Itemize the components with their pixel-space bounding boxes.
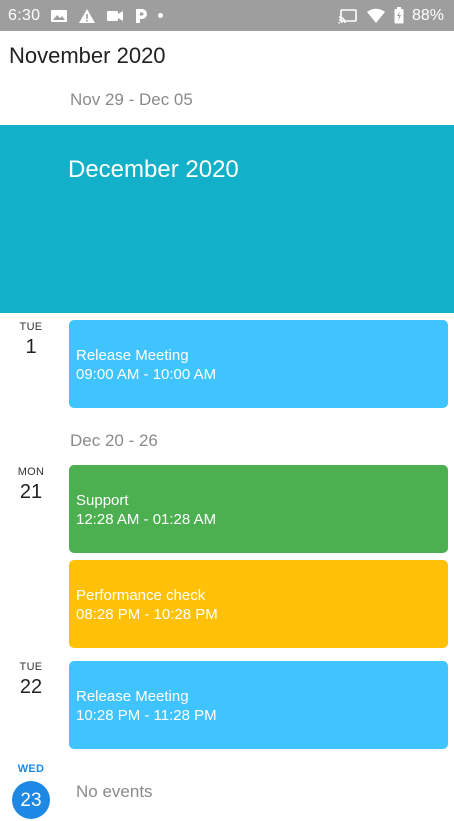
month-banner: December 2020: [0, 125, 454, 313]
event-card[interactable]: Performance check 08:28 PM - 10:28 PM: [69, 560, 448, 648]
week-label: Nov 29 - Dec 05: [70, 90, 193, 109]
event-name: Release Meeting: [76, 688, 189, 705]
day-header-today: WED 23: [0, 763, 62, 819]
cast-icon: [338, 8, 358, 24]
day-header: MON 21: [0, 466, 62, 504]
day-of-week: WED: [17, 763, 45, 775]
event-time: 09:00 AM - 10:00 AM: [76, 366, 217, 383]
event-card[interactable]: Release Meeting 10:28 PM - 11:28 PM: [69, 661, 448, 749]
event-time: 10:28 PM - 11:28 PM: [76, 707, 217, 724]
battery-percent: 88%: [411, 6, 444, 24]
day-number: 1: [25, 336, 37, 358]
dot-icon: [158, 13, 164, 18]
day-of-week: MON: [17, 466, 45, 478]
image-icon: [50, 9, 68, 23]
event-card[interactable]: Support 12:28 AM - 01:28 AM: [69, 465, 448, 553]
event-name: Performance check: [76, 587, 206, 604]
page-title: November 2020: [9, 43, 166, 68]
day-of-week: TUE: [19, 661, 43, 673]
day-header: TUE 1: [0, 321, 62, 359]
warning-icon: [78, 8, 96, 24]
battery-icon: [394, 7, 404, 24]
event-time: 12:28 AM - 01:28 AM: [76, 511, 217, 528]
week-label: Dec 20 - 26: [70, 431, 158, 450]
day-number: 22: [19, 676, 43, 698]
today-indicator: 23: [12, 781, 50, 819]
month-banner-label: December 2020: [68, 156, 239, 183]
day-of-week: TUE: [19, 321, 43, 333]
event-time: 08:28 PM - 10:28 PM: [76, 606, 218, 623]
day-header: TUE 22: [0, 661, 62, 699]
parking-icon: [134, 8, 148, 24]
day-number: 21: [19, 481, 43, 503]
no-events-label: No events: [76, 782, 153, 801]
event-name: Release Meeting: [76, 347, 189, 364]
event-card[interactable]: Release Meeting 09:00 AM - 10:00 AM: [69, 320, 448, 408]
status-bar: 6:30 88%: [0, 0, 454, 31]
wifi-icon: [366, 8, 386, 24]
status-time: 6:30: [8, 6, 41, 24]
event-name: Support: [76, 492, 129, 509]
video-icon: [106, 10, 124, 22]
